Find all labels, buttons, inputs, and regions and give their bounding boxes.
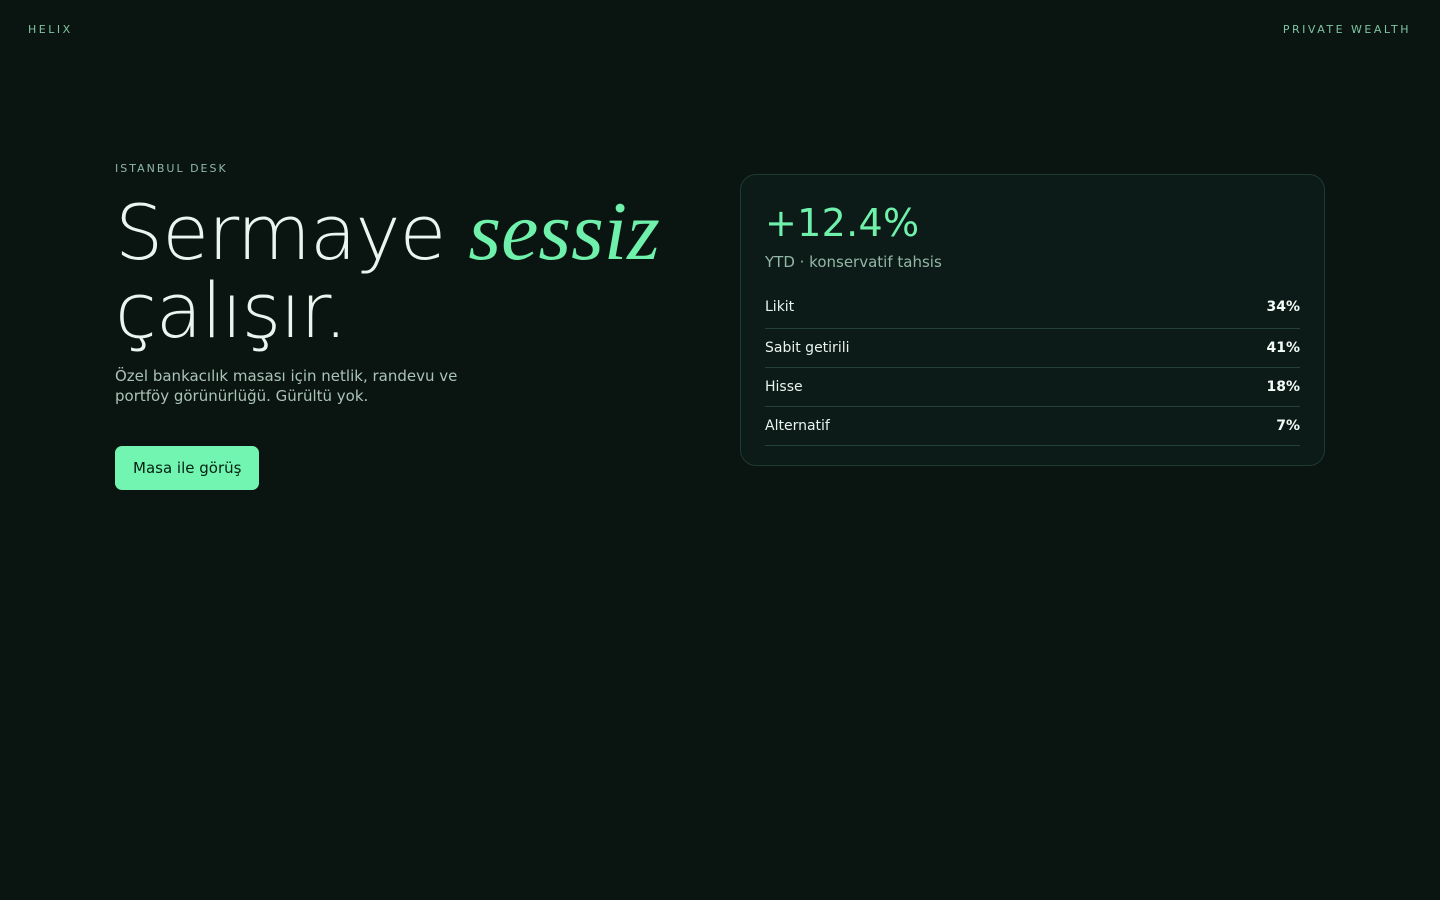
headline-accent: sessiz xyxy=(468,185,660,278)
hero-lede: Özel bankacılık masası için netlik, rand… xyxy=(115,367,458,405)
portfolio-card: +12.4% YTD · konservatif tahsis Likit 34… xyxy=(740,174,1325,466)
allocation-label: Sabit getirili xyxy=(765,340,850,356)
hero-section: ISTANBUL DESK Sermaye sessiz çalışır. Öz… xyxy=(115,162,715,490)
header-tagline: PRIVATE WEALTH xyxy=(1282,23,1411,36)
ytd-return: +12.4% xyxy=(765,201,920,245)
allocation-row-sabit-getirili: Sabit getirili 41% xyxy=(765,329,1300,368)
contact-desk-button[interactable]: Masa ile görüş xyxy=(115,446,260,490)
allocation-value: 18% xyxy=(1266,379,1300,395)
allocation-row-likit: Likit 34% xyxy=(765,295,1300,329)
page: HELIX PRIVATE WEALTH ISTANBUL DESK Serma… xyxy=(0,0,1440,900)
allocation-label: Alternatif xyxy=(765,418,830,434)
allocation-label: Likit xyxy=(765,299,795,315)
allocation-row-hisse: Hisse 18% xyxy=(765,368,1300,407)
headline-end: çalışır. xyxy=(115,266,348,355)
allocation-label: Hisse xyxy=(765,379,803,395)
allocation-row-alternatif: Alternatif 7% xyxy=(765,407,1300,446)
allocation-list: Likit 34% Sabit getirili 41% Hisse 18% A… xyxy=(765,295,1300,446)
hero-eyebrow: ISTANBUL DESK xyxy=(115,162,228,175)
headline-start: Sermaye xyxy=(115,188,469,277)
hero-headline: Sermaye sessiz çalışır. xyxy=(115,190,715,350)
allocation-value: 7% xyxy=(1276,418,1300,434)
allocation-value: 34% xyxy=(1266,299,1300,315)
brand-logo[interactable]: HELIX xyxy=(28,23,73,36)
ytd-caption: YTD · konservatif tahsis xyxy=(765,253,942,271)
allocation-value: 41% xyxy=(1266,340,1300,356)
